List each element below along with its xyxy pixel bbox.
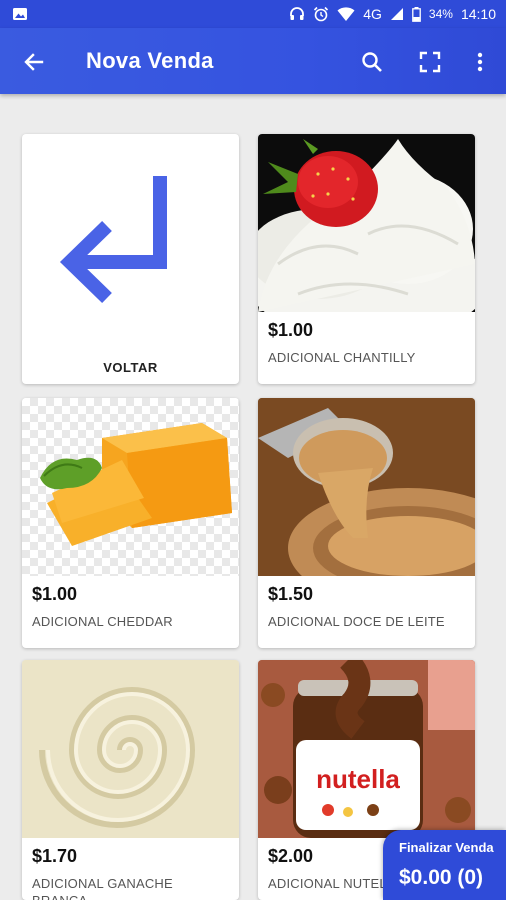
product-name: ADICIONAL GANACHE BRANCA [32, 876, 173, 900]
product-price: $1.50 [268, 584, 314, 604]
battery-icon [412, 6, 421, 22]
more-vert-icon [477, 52, 483, 72]
product-image-nutella: nutella [258, 660, 475, 838]
product-price: $1.70 [32, 846, 78, 866]
product-name: ADICIONAL DOCE DE LEITE [268, 614, 445, 629]
headset-icon [290, 7, 305, 20]
product-image-cheddar [22, 398, 239, 576]
status-bar: 4G 34% 14:10 [0, 0, 506, 28]
product-image-ganache-branca [22, 660, 239, 838]
finalize-sale-label: Finalizar Venda [399, 840, 494, 855]
app-bar: Nova Venda [0, 28, 506, 94]
product-price: $2.00 [268, 846, 314, 866]
product-name: ADICIONAL CHEDDAR [32, 614, 173, 629]
finalize-sale-button[interactable]: Finalizar Venda $0.00 (0) [383, 830, 506, 900]
back-tile[interactable]: VOLTAR [22, 134, 239, 384]
search-icon [362, 52, 382, 72]
product-price: $1.00 [32, 584, 78, 604]
fullscreen-icon [419, 51, 441, 73]
signal-icon [390, 8, 403, 20]
sale-total: $0.00 (0) [399, 866, 484, 889]
clock: 14:10 [460, 6, 496, 22]
nutella-label: nutella [316, 764, 400, 794]
product-image-chantilly [258, 134, 475, 312]
product-name: ADICIONAL CHANTILLY [268, 350, 416, 365]
product-card[interactable]: $1.70 ADICIONAL GANACHE BRANCA [22, 660, 239, 900]
back-tile-label: VOLTAR [103, 360, 158, 375]
page-title: Nova Venda [86, 48, 214, 73]
back-button[interactable] [18, 46, 50, 78]
alarm-icon [314, 6, 329, 22]
battery-level: 34% [428, 7, 453, 21]
return-arrow-icon [59, 176, 167, 304]
network-type: 4G [363, 6, 382, 22]
search-button[interactable] [356, 46, 388, 78]
wifi-icon [337, 7, 355, 21]
fullscreen-button[interactable] [414, 46, 446, 78]
product-card[interactable]: $1.00 ADICIONAL CHEDDAR [22, 398, 239, 648]
product-card[interactable]: $1.00 ADICIONAL CHANTILLY [258, 134, 475, 384]
image-notification-icon [13, 8, 27, 20]
product-grid: VOLTAR $1.00 ADICIONAL CHANTILLY $1.00 A… [0, 94, 506, 900]
product-card[interactable]: $1.50 ADICIONAL DOCE DE LEITE [258, 398, 475, 648]
product-image-doce-de-leite [258, 398, 475, 576]
product-price: $1.00 [268, 320, 314, 340]
svg-text:nutella: nutella [316, 764, 400, 794]
more-options-button[interactable] [464, 46, 496, 78]
arrow-back-icon [24, 53, 44, 71]
